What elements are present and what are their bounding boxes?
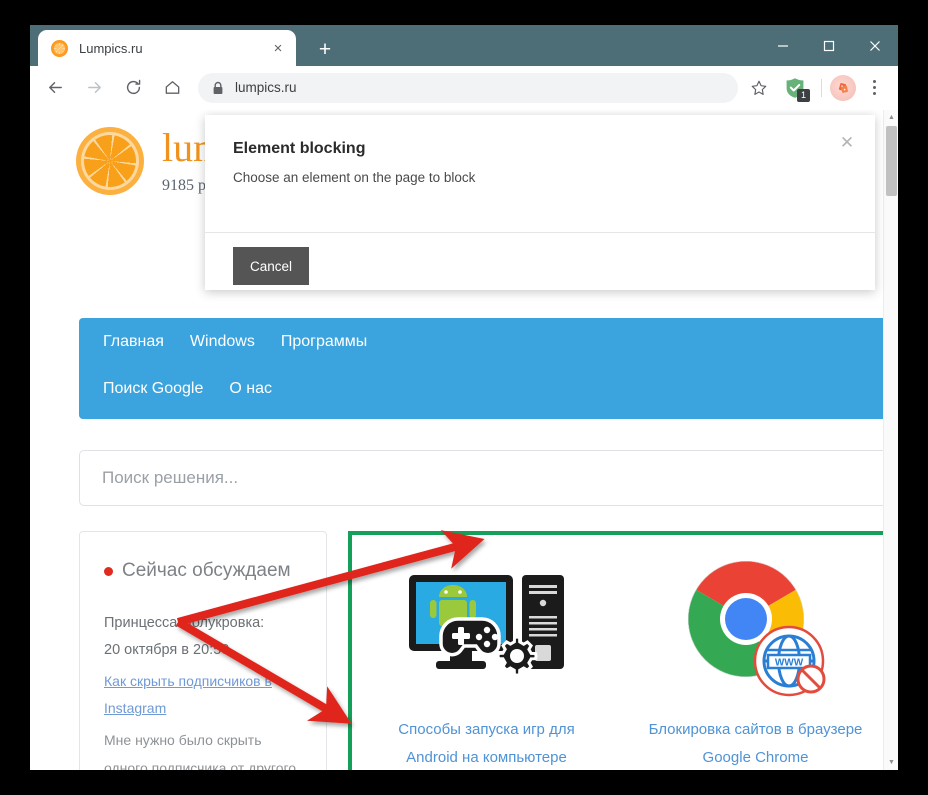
browser-window: Lumpics.ru × + lumpics.ru 1 9185 Главная… xyxy=(30,25,898,770)
toolbar-divider xyxy=(821,78,822,97)
nav-item-windows[interactable]: Windows xyxy=(190,333,255,351)
bookmark-star-icon[interactable] xyxy=(744,73,774,103)
nav-item-programs[interactable]: Программы xyxy=(281,333,367,351)
site-search-placeholder: Поиск решения... xyxy=(102,468,239,487)
cancel-button[interactable]: Cancel xyxy=(233,247,309,285)
page-viewport: lumpics.ru 9185 решений Главная Windows … xyxy=(30,110,898,770)
page-scrollbar[interactable]: ▲ ▼ xyxy=(883,110,898,770)
window-controls xyxy=(760,25,898,66)
browser-menu-button[interactable] xyxy=(860,73,888,103)
nav-row-primary: Главная Windows Программы xyxy=(103,333,864,351)
menu-dot xyxy=(872,92,876,95)
menu-dot xyxy=(872,86,876,89)
comment-body: Мне нужно было скрыть одного подписчика … xyxy=(104,732,300,770)
address-bar[interactable]: lumpics.ru xyxy=(198,72,738,103)
article-card[interactable]: WWW Блокировка сайтов в браузере Google … xyxy=(621,557,890,770)
close-window-button[interactable] xyxy=(852,25,898,66)
nav-row-secondary: Поиск Google О нас xyxy=(103,380,864,398)
article-caption[interactable]: Способы запуска игр для Android на компь… xyxy=(378,716,595,770)
browser-tab[interactable]: Lumpics.ru × xyxy=(38,30,296,66)
comment-meta: Принцесса Полукровка: 20 октября в 20:50 xyxy=(104,610,302,664)
dialog-header: Element blocking Choose an element on th… xyxy=(205,115,875,233)
article-caption[interactable]: Блокировка сайтов в браузере Google Chro… xyxy=(647,716,864,770)
highlighted-article-grid[interactable]: Способы запуска игр для Android на компь… xyxy=(348,531,894,770)
minimize-button[interactable] xyxy=(760,25,806,66)
now-discussing-title: Сейчас обсуждаем xyxy=(104,558,302,584)
android-gaming-pc-icon xyxy=(403,557,571,702)
nav-item-google-search[interactable]: Поиск Google xyxy=(103,380,203,398)
now-discussing-title-text: Сейчас обсуждаем xyxy=(122,560,291,581)
live-dot-icon xyxy=(104,567,113,576)
dialog-subtitle: Choose an element on the page to block xyxy=(233,170,476,185)
adguard-shield-icon[interactable]: 1 xyxy=(781,74,810,102)
avatar[interactable] xyxy=(830,74,856,101)
home-icon[interactable] xyxy=(157,73,187,103)
scroll-up-arrow-icon[interactable]: ▲ xyxy=(884,110,898,125)
menu-dot xyxy=(872,80,876,83)
tab-title: Lumpics.ru xyxy=(79,40,143,56)
comment-date: 20 октября в 20:50 xyxy=(104,642,230,659)
comment-article-link[interactable]: Как скрыть подписчиков в Instagram xyxy=(104,668,302,723)
forward-icon[interactable] xyxy=(79,73,109,103)
site-navigation: Главная Windows Программы Поиск Google О… xyxy=(79,318,888,419)
article-card[interactable]: Способы запуска игр для Android на компь… xyxy=(352,557,621,770)
reload-icon[interactable] xyxy=(118,73,148,103)
close-icon[interactable]: ✕ xyxy=(836,131,858,153)
orange-slice-favicon-icon xyxy=(51,39,68,57)
nav-item-about[interactable]: О нас xyxy=(229,380,272,398)
maximize-button[interactable] xyxy=(806,25,852,66)
scroll-down-arrow-icon[interactable]: ▼ xyxy=(884,755,898,770)
browser-toolbar: lumpics.ru 1 xyxy=(30,66,898,110)
close-icon[interactable]: × xyxy=(268,38,288,58)
comment-author: Принцесса Полукровка: xyxy=(104,615,265,632)
back-icon[interactable] xyxy=(40,73,70,103)
nav-item-home[interactable]: Главная xyxy=(103,333,164,351)
orange-slice-logo-icon xyxy=(76,127,144,195)
article-grid-inner: Способы запуска игр для Android на компь… xyxy=(352,535,890,770)
site-search-input[interactable]: Поиск решения... xyxy=(79,450,888,506)
element-blocking-dialog: Element blocking Choose an element on th… xyxy=(205,115,875,290)
dialog-footer: Cancel xyxy=(205,233,875,299)
new-tab-button[interactable]: + xyxy=(312,36,338,62)
chrome-site-blocking-icon: WWW xyxy=(672,557,840,702)
address-bar-url: lumpics.ru xyxy=(235,80,297,95)
adguard-badge-count: 1 xyxy=(797,88,810,102)
tab-strip: Lumpics.ru × + xyxy=(30,25,898,66)
svg-text:WWW: WWW xyxy=(774,658,803,669)
lock-icon xyxy=(212,81,224,95)
scrollbar-thumb[interactable] xyxy=(886,126,897,196)
now-discussing-card: Сейчас обсуждаем Принцесса Полукровка: 2… xyxy=(79,531,327,770)
dialog-title: Element blocking xyxy=(233,140,366,157)
